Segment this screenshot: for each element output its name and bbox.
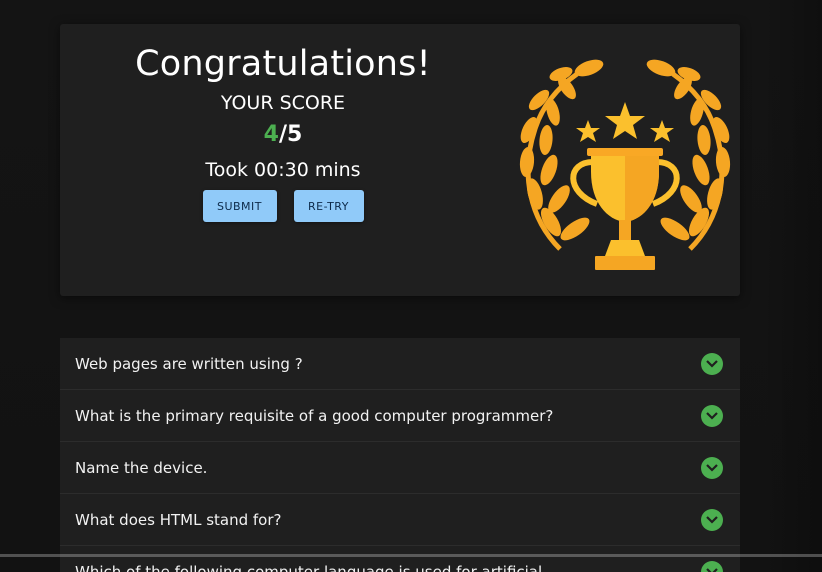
cup-rim [587, 148, 663, 156]
cup-shade [625, 152, 659, 222]
cup-neck [605, 240, 645, 256]
your-score-label: YOUR SCORE [220, 92, 346, 114]
chevron-down-icon[interactable] [701, 508, 723, 531]
score-correct: 4 [263, 122, 279, 147]
retry-button[interactable]: RE-TRY [293, 190, 364, 222]
question-row[interactable]: What is the primary requisite of a good … [60, 390, 740, 442]
chevron-down-icon[interactable] [701, 352, 723, 375]
question-text: Which of the following computer language… [75, 562, 543, 572]
question-row[interactable]: What does HTML stand for? [60, 494, 740, 546]
stars [576, 102, 674, 142]
question-row[interactable]: Which of the following computer language… [60, 546, 740, 572]
chevron-down-icon[interactable] [701, 560, 723, 572]
trophy-icon [519, 59, 731, 270]
question-text: What does HTML stand for? [75, 510, 282, 529]
action-buttons: SUBMIT RE-TRY [202, 190, 364, 222]
question-text: What is the primary requisite of a good … [75, 406, 554, 425]
score-card: Congratulations! YOUR SCORE 4/5 Took 00:… [60, 24, 740, 296]
time-taken: Took 00:30 mins [205, 159, 361, 181]
results-page: Congratulations! YOUR SCORE 4/5 Took 00:… [0, 0, 822, 572]
submit-button[interactable]: SUBMIT [202, 190, 277, 222]
score-info: Congratulations! YOUR SCORE 4/5 Took 00:… [120, 42, 446, 222]
chevron-down-icon[interactable] [701, 456, 723, 479]
question-row[interactable]: Name the device. [60, 442, 740, 494]
congrats-heading: Congratulations! [135, 44, 431, 84]
question-row[interactable]: Web pages are written using ? [60, 338, 740, 390]
chevron-down-icon[interactable] [701, 404, 723, 427]
score-value: 4/5 [264, 121, 303, 149]
score-separator: / [278, 122, 288, 147]
question-list: Web pages are written using ? What is th… [60, 338, 740, 572]
score-total: 5 [287, 122, 303, 147]
side-shadow [762, 0, 822, 572]
question-text: Web pages are written using ? [75, 354, 303, 373]
question-text: Name the device. [75, 458, 208, 477]
progress-track[interactable] [0, 554, 822, 557]
cup-stem [619, 220, 631, 240]
cup-base [595, 256, 655, 270]
